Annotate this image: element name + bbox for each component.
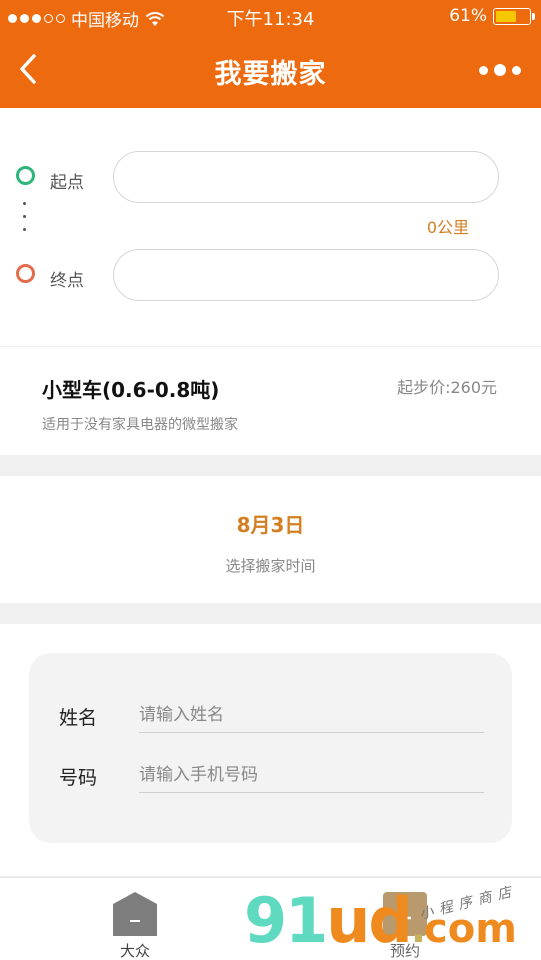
- phone-label: 号码: [59, 767, 98, 789]
- name-input[interactable]: [139, 697, 484, 733]
- status-right: 61%: [449, 6, 535, 26]
- start-point-icon: [16, 166, 35, 185]
- more-options-icon[interactable]: [479, 64, 521, 76]
- start-address-input[interactable]: [113, 151, 499, 203]
- tab-reserve[interactable]: 预约: [365, 886, 445, 960]
- date-hint: 选择搬家时间: [225, 557, 316, 575]
- battery-level: [496, 10, 516, 22]
- vehicle-description: 适用于没有家具电器的微型搬家: [42, 417, 238, 433]
- phone-input[interactable]: [139, 757, 484, 793]
- battery-percent: 61%: [449, 6, 487, 26]
- route-connector-dots: [23, 202, 27, 241]
- end-point-icon: [16, 264, 35, 283]
- tab-bar: 大众 预约: [0, 877, 541, 960]
- contact-section: 姓名 号码: [0, 624, 541, 876]
- tab-popular[interactable]: 大众: [95, 886, 175, 960]
- vehicle-name: 小型车(0.6-0.8吨): [42, 378, 220, 402]
- moving-date-picker[interactable]: 8月3日 选择搬家时间: [0, 476, 541, 603]
- navigation-bar: 我要搬家: [0, 34, 541, 108]
- clock-icon: [381, 890, 429, 938]
- vehicle-starting-price: 起步价:260元: [397, 378, 497, 397]
- selected-date: 8月3日: [236, 513, 305, 537]
- contact-card: 姓名 号码: [29, 653, 512, 843]
- name-label: 姓名: [59, 707, 98, 729]
- battery-icon: [493, 7, 535, 25]
- status-bar: 中国移动 下午11:34 61%: [0, 0, 541, 34]
- tab-popular-label: 大众: [119, 942, 150, 960]
- route-section: 起点 终点 0公里: [0, 108, 541, 346]
- house-icon: [111, 890, 159, 938]
- end-label: 终点: [50, 271, 84, 291]
- tab-reserve-label: 预约: [389, 942, 420, 960]
- distance-readout: 0公里: [426, 218, 469, 237]
- vehicle-option[interactable]: 小型车(0.6-0.8吨) 起步价:260元 适用于没有家具电器的微型搬家: [0, 347, 541, 455]
- end-address-input[interactable]: [113, 249, 499, 301]
- start-label: 起点: [50, 173, 84, 193]
- page-title: 我要搬家: [214, 59, 327, 90]
